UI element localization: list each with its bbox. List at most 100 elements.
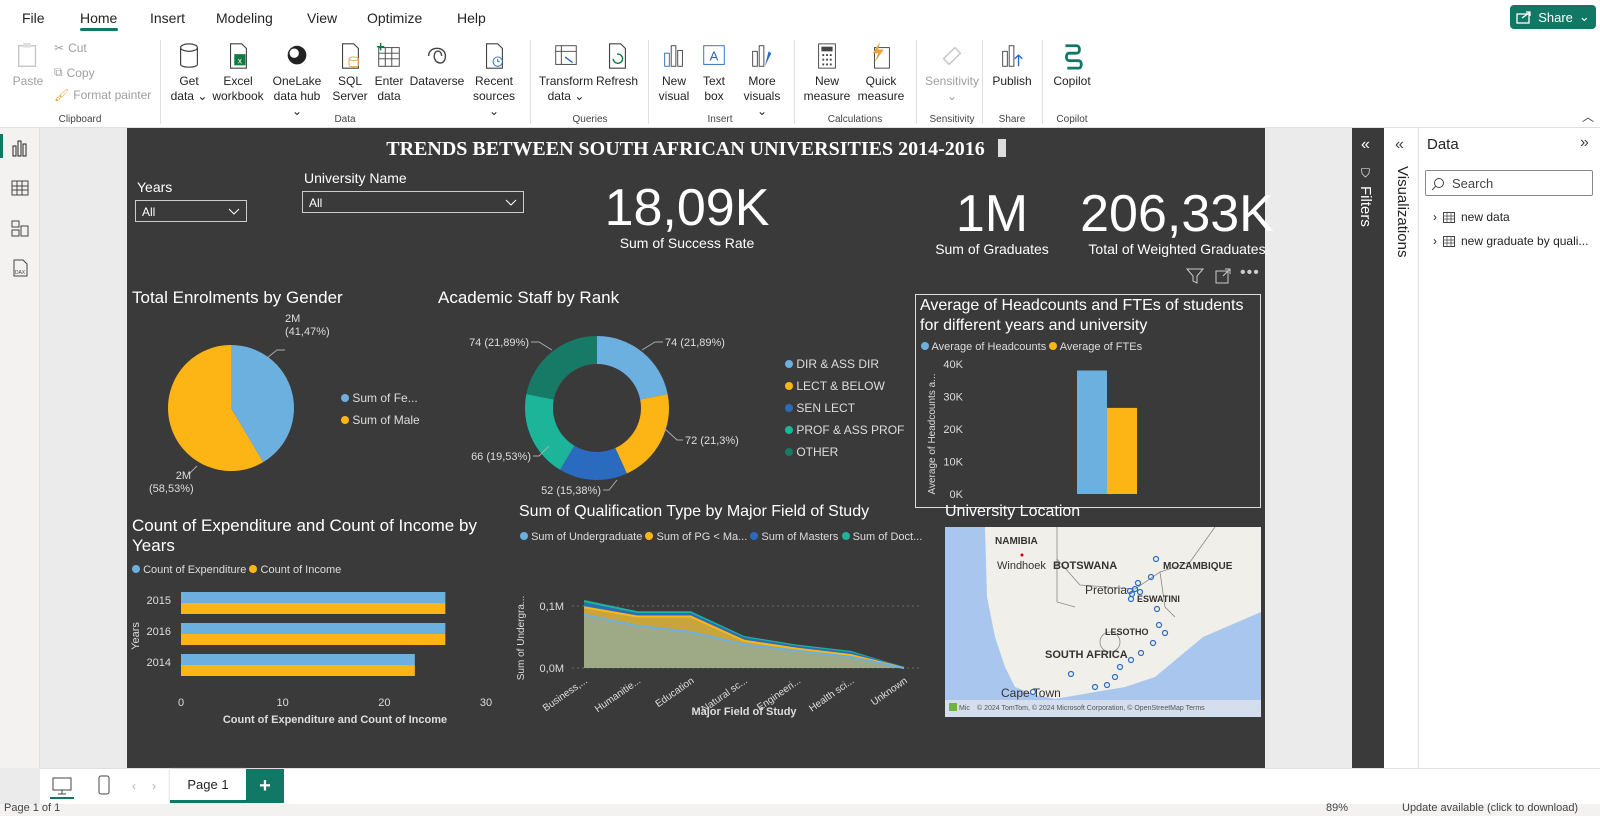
publish-button[interactable]: Publish — [990, 42, 1034, 89]
copilot-button[interactable]: Copilot — [1050, 42, 1094, 89]
more-options-icon[interactable]: ••• — [1240, 264, 1260, 282]
report-view-icon[interactable] — [10, 138, 30, 158]
onelake-button[interactable]: OneLake data hub ⌄ — [268, 42, 326, 119]
model-view-icon[interactable] — [10, 218, 30, 238]
slicer-years-value: All — [142, 205, 156, 219]
donut-slice[interactable] — [597, 336, 668, 400]
legend-item-other[interactable]: OTHER — [785, 441, 904, 463]
share-button[interactable]: Share ⌄ — [1510, 5, 1596, 29]
bar[interactable] — [181, 665, 415, 676]
table-new-graduate[interactable]: › new graduate by quali... — [1433, 234, 1588, 248]
legend-item-pg[interactable]: Sum of PG < Ma... — [645, 531, 747, 543]
table-view-icon[interactable] — [10, 178, 30, 198]
legend-income-label: Count of Income — [260, 564, 342, 576]
copy-button[interactable]: ⧉ Copy — [54, 65, 95, 80]
menu-optimize[interactable]: Optimize — [367, 10, 422, 26]
bar[interactable] — [181, 634, 446, 645]
dataverse-button[interactable]: Dataverse — [408, 42, 466, 89]
staff-legend: DIR & ASS DIR LECT & BELOW SEN LECT PROF… — [785, 353, 904, 463]
legend-item-female[interactable]: Sum of Fe... — [341, 387, 420, 409]
more-visuals-button[interactable]: More visuals ⌄ — [738, 42, 786, 119]
donut-slice[interactable] — [615, 394, 669, 474]
tab-page-1[interactable]: Page 1 — [170, 769, 246, 803]
publish-label: Publish — [992, 74, 1032, 88]
text-box-button[interactable]: A Text box — [696, 42, 732, 104]
chart-headcounts[interactable]: 40K 30K 20K 10K 0K Average of Headcounts a... — [915, 354, 1261, 508]
visualizations-pane[interactable]: « Visualizations — [1384, 128, 1419, 768]
enter-data-button[interactable]: Enter data — [372, 42, 406, 104]
mobile-layout-icon[interactable] — [98, 775, 110, 795]
bar[interactable] — [1107, 407, 1137, 494]
collapse-ribbon-icon[interactable]: ︿ — [1582, 108, 1594, 125]
map-label-south-africa: SOUTH AFRICA — [1045, 649, 1128, 661]
menu-modeling[interactable]: Modeling — [216, 10, 273, 26]
legend-item-doct[interactable]: Sum of Doct... — [841, 531, 923, 543]
legend-item-undergrad[interactable]: Sum of Undergraduate — [520, 531, 642, 543]
add-page-button[interactable]: + — [246, 769, 284, 803]
filter-icon[interactable] — [1186, 268, 1204, 284]
legend-item-expenditure[interactable]: Count of Expenditure — [132, 564, 246, 576]
legend-item-lect[interactable]: LECT & BELOW — [785, 375, 904, 397]
get-data-button[interactable]: Get data ⌄ — [170, 42, 208, 104]
legend-item-ftes[interactable]: Average of FTEs — [1049, 341, 1142, 353]
expand-visualizations-icon[interactable]: « — [1395, 136, 1404, 154]
menu-home[interactable]: Home — [80, 10, 117, 26]
donut-slice[interactable] — [526, 336, 597, 400]
more-visuals-label-1: More — [748, 74, 776, 88]
legend-doct-label: Sum of Doct... — [852, 531, 923, 543]
bar[interactable] — [181, 592, 446, 603]
legend-lect-label: LECT & BELOW — [796, 379, 885, 393]
zoom-level[interactable]: 89% — [1326, 802, 1348, 814]
data-search-box[interactable]: Search — [1425, 170, 1593, 196]
legend-item-headcounts[interactable]: Average of Headcounts — [921, 341, 1046, 353]
x-tick-label: Health sci... — [807, 675, 856, 714]
legend-item-dir[interactable]: DIR & ASS DIR — [785, 353, 904, 375]
bar[interactable] — [1077, 370, 1107, 495]
legend-item-income[interactable]: Count of Income — [249, 564, 341, 576]
dax-query-icon[interactable]: DAX — [10, 258, 30, 278]
university-map[interactable]: NAMIBIA Windhoek BOTSWANA MOZAMBIQUE Pre… — [945, 527, 1261, 717]
bar[interactable] — [181, 623, 446, 634]
refresh-button[interactable]: Refresh — [596, 42, 638, 89]
bar[interactable] — [181, 654, 415, 665]
focus-mode-icon[interactable] — [1215, 268, 1231, 284]
desktop-layout-icon[interactable] — [52, 777, 72, 795]
slicer-university-dropdown[interactable]: All — [302, 191, 524, 213]
filters-pane[interactable]: « ⛉ Filters — [1352, 128, 1384, 768]
scroll-left-icon[interactable]: ‹ — [132, 779, 136, 793]
menu-insert[interactable]: Insert — [150, 10, 185, 26]
chart-qualification[interactable]: 0,1M 0,0MBusiness,... Humanitie... Educatio… — [512, 543, 922, 723]
format-painter-button[interactable]: 🖌 Format painter — [54, 88, 151, 102]
recent-sources-button[interactable]: Recent sources ⌄ — [468, 42, 520, 119]
new-visual-button[interactable]: New visual — [656, 42, 692, 104]
collapse-filters-icon[interactable]: « — [1361, 136, 1370, 154]
new-measure-button[interactable]: New measure — [802, 42, 852, 104]
map-copyright[interactable]: © 2024 TomTom, © 2024 Microsoft Corporat… — [977, 704, 1205, 712]
chart-expenditure[interactable]: 2015 2016 2014 0 10 20 30 Count of Expenditure … — [127, 578, 507, 738]
menu-help[interactable]: Help — [457, 10, 486, 26]
chart-staff[interactable]: 74 (21,89%) 72 (21,3%) 52 (15,38%) 66 (19,5… — [427, 318, 777, 508]
bar[interactable] — [181, 603, 446, 614]
bar-chart-icon — [664, 45, 683, 67]
legend-item-prof[interactable]: PROF & ASS PROF — [785, 419, 904, 441]
collapse-data-icon[interactable]: » — [1580, 134, 1589, 152]
update-link[interactable]: Update available (click to download) — [1402, 802, 1578, 814]
slicer-years-dropdown[interactable]: All — [135, 200, 247, 222]
kpi-success-rate-value: 18,09K — [604, 179, 770, 237]
transform-data-button[interactable]: Transform data ⌄ — [538, 42, 594, 104]
legend-item-sen-lect[interactable]: SEN LECT — [785, 397, 904, 419]
quick-measure-button[interactable]: Quick measure — [856, 42, 906, 104]
menu-file[interactable]: File — [22, 10, 45, 26]
menu-view[interactable]: View — [307, 10, 337, 26]
sql-server-button[interactable]: SQL Server — [330, 42, 370, 104]
scroll-right-icon[interactable]: › — [152, 779, 156, 793]
cut-button[interactable]: ✂ Cut — [54, 41, 87, 55]
table-new-data[interactable]: › new data — [1433, 210, 1510, 224]
legend-item-masters[interactable]: Sum of Masters — [750, 531, 838, 543]
legend-item-male[interactable]: Sum of Male — [341, 409, 420, 431]
donut-data-label: 74 (21,89%) — [469, 337, 529, 349]
excel-workbook-button[interactable]: x Excel workbook — [210, 42, 266, 104]
paste-button[interactable]: Paste — [12, 42, 44, 89]
x-tick-label: Education — [654, 675, 697, 710]
sensitivity-button[interactable]: Sensitivity ⌄ — [922, 42, 982, 104]
